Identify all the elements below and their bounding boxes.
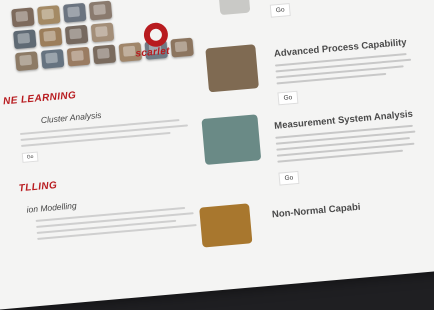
modelling-title: ion Modelling xyxy=(26,200,78,215)
cluster-analysis-title: Cluster Analysis xyxy=(40,109,102,126)
module-tile[interactable] xyxy=(37,5,61,25)
cluster-analysis-go-button[interactable]: Go xyxy=(21,151,39,163)
module-tile[interactable] xyxy=(90,22,115,43)
advanced-process-capability-go-button[interactable]: Go xyxy=(277,90,299,106)
scarlet-logo: scarlet xyxy=(129,20,190,67)
section-heading-modelling: TLLING xyxy=(18,180,58,195)
process-capability-illustration xyxy=(205,44,259,93)
card-title-non-normal-capability: Non-Normal Capabi xyxy=(271,201,361,221)
scarlet-logo-mark xyxy=(142,21,169,48)
measurement-system-illustration xyxy=(201,114,262,165)
module-tile[interactable] xyxy=(64,24,89,45)
module-tile[interactable] xyxy=(62,2,87,23)
measurement-system-analysis-go-button[interactable]: Go xyxy=(278,170,300,186)
card-illustration xyxy=(217,0,251,16)
module-tile[interactable] xyxy=(92,44,117,65)
module-tile-grid: scarlet xyxy=(11,0,194,72)
page: scarlet NE LEARNING Cluster Analysis Go … xyxy=(0,0,434,310)
description-line xyxy=(277,149,404,163)
section-heading-machine-learning: NE LEARNING xyxy=(2,90,77,108)
module-tile[interactable] xyxy=(88,0,113,21)
non-normal-capability-illustration xyxy=(199,203,253,248)
top-card-go-button[interactable]: Go xyxy=(269,3,291,18)
module-tile[interactable] xyxy=(66,46,91,67)
module-tile[interactable] xyxy=(13,29,37,50)
module-tile[interactable] xyxy=(14,51,39,72)
module-tile[interactable] xyxy=(11,7,35,28)
module-tile[interactable] xyxy=(40,48,65,69)
scarlet-logo-text: scarlet xyxy=(135,45,171,60)
module-tile[interactable] xyxy=(38,27,63,47)
